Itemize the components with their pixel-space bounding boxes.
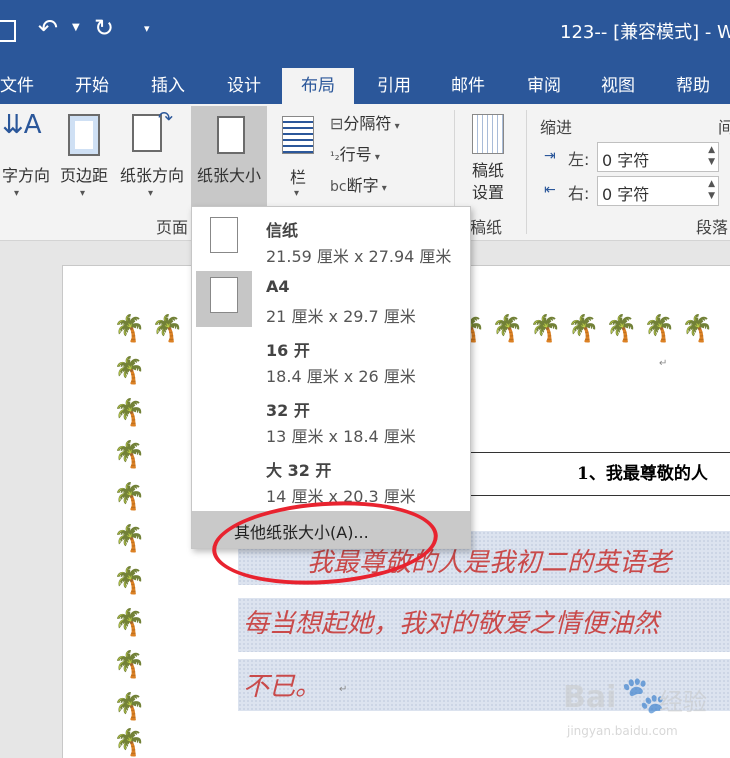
text-direction-icon: ⇊A [2,110,42,140]
paper-size-option-16k[interactable]: 16 开 18.4 厘米 x 26 厘米 [192,329,470,389]
palm-tree-icon: 🌴 [643,314,676,344]
size-button[interactable]: 纸张大小 [191,106,267,208]
text-direction-caret: ▾ [14,188,20,199]
orientation-arrow-icon: ↷ [158,108,174,129]
indent-right-field[interactable]: 0 字符 ▲ ▼ [597,176,719,206]
tab-mailings[interactable]: 邮件 [436,68,500,104]
hyphenation-icon: bc [330,179,347,195]
paper-size-icon [217,116,245,154]
palm-tree-icon: 🌴 [151,314,184,344]
group-divider [526,110,527,234]
body-line-3: 不已。 [243,672,322,702]
window-title: 123-- [兼容模式] - W [560,22,730,43]
palm-tree-icon: 🌴 [113,482,146,512]
paper-size-option-a4[interactable]: A4 21 厘米 x 29.7 厘米 [192,269,470,329]
customize-qat-icon[interactable]: ▾ [144,22,150,35]
indent-label: 缩进 [540,118,573,137]
palm-tree-icon: 🌴 [113,524,146,554]
paper-size-option-letter[interactable]: 信纸 21.59 厘米 x 27.94 厘米 [192,209,470,269]
body-line-2: 每当想起她，我对的敬爱之情便油然 [243,609,660,639]
selected-indicator [196,271,252,327]
margins-button[interactable]: 页边距 ▾ [54,108,114,218]
tab-layout[interactable]: 布局 [282,68,354,104]
title-bar: ↶ ▼ ↻ ▾ 123-- [兼容模式] - W [0,0,730,60]
ribbon-tab-bar: 文件 开始 插入 设计 布局 引用 邮件 审阅 视图 帮助 [0,60,730,104]
paper-page-icon [210,217,238,253]
heading-table: 1、我最尊敬的人 [469,452,730,496]
paper-size-dropdown: 信纸 21.59 厘米 x 27.94 厘米 A4 21 厘米 x 29.7 厘… [191,206,471,549]
palm-tree-icon: 🌴 [113,650,146,680]
indent-left-icon: ⇥ [544,148,556,164]
indent-right-icon: ⇤ [544,182,556,198]
palm-tree-icon: 🌴 [113,608,146,638]
hyphenation-button[interactable]: bc断字 ▾ [330,172,430,198]
breaks-icon: ⊟ [330,114,344,133]
undo-dropdown-icon[interactable]: ▼ [72,22,80,33]
text-direction-button[interactable]: ⇊A 字方向 ▾ [0,108,52,218]
palm-tree-icon: 🌴 [491,314,524,344]
tab-insert[interactable]: 插入 [136,68,200,104]
palm-tree-icon: 🌴 [567,314,600,344]
draft-paper-icon [472,114,504,154]
breaks-button[interactable]: ⊟分隔符 ▾ [330,110,430,136]
tab-design[interactable]: 设计 [212,68,276,104]
baidu-watermark: Bai 🐾 经验 jingyan.baidu.com [563,675,707,738]
columns-button[interactable]: 栏 ▾ [274,108,322,218]
tab-help[interactable]: 帮助 [660,68,726,104]
palm-tree-icon: 🌴 [113,728,146,758]
line-numbers-icon: ¹₂ [330,149,340,163]
tab-view[interactable]: 视图 [586,68,650,104]
paper-size-option-big-32k[interactable]: 大 32 开 14 厘米 x 20.3 厘米 [192,449,470,509]
margins-icon [68,114,100,156]
palm-tree-icon: 🌴 [681,314,714,344]
tab-file[interactable]: 文件 [0,68,36,104]
draft-group-label: 稿纸 [470,218,503,237]
palm-tree-icon: 🌴 [113,566,146,596]
draft-paper-button[interactable]: 稿纸 设置 [460,108,516,212]
tab-home[interactable]: 开始 [60,68,124,104]
paragraph-group-label: 段落 [696,218,729,237]
palm-tree-icon: 🌴 [605,314,638,344]
tab-references[interactable]: 引用 [362,68,426,104]
orientation-button[interactable]: ↷ 纸张方向 ▾ [114,108,190,218]
palm-tree-icon: 🌴 [113,398,146,428]
indent-left-spinner-icon[interactable]: ▲ ▼ [708,144,715,168]
palm-tree-icon: 🌴 [113,440,146,470]
indent-left-label: 左: [568,150,590,169]
palm-tree-icon: 🌴 [113,356,146,386]
paragraph-mark: ↵ [339,684,348,695]
redo-icon[interactable]: ↻ [94,14,114,42]
palm-tree-icon: 🌴 [529,314,562,344]
save-icon[interactable] [0,20,16,42]
page-setup-group-label: 页面 [156,218,189,237]
spacing-label: 间 [718,118,730,137]
columns-icon [282,116,314,154]
line-numbers-button[interactable]: ¹₂行号 ▾ [330,141,430,167]
indent-right-spinner-icon[interactable]: ▲ ▼ [708,178,715,202]
paragraph-mark: ↵ [659,358,668,369]
palm-tree-icon: 🌴 [113,314,146,344]
tab-review[interactable]: 审阅 [512,68,576,104]
paper-page-icon [210,277,238,313]
paper-size-option-32k[interactable]: 32 开 13 厘米 x 18.4 厘米 [192,389,470,449]
palm-tree-icon: 🌴 [113,692,146,722]
indent-right-label: 右: [568,184,590,203]
undo-icon[interactable]: ↶ [38,14,58,42]
indent-left-field[interactable]: 0 字符 ▲ ▼ [597,142,719,172]
heading-text: 1、我最尊敬的人 [577,464,708,484]
